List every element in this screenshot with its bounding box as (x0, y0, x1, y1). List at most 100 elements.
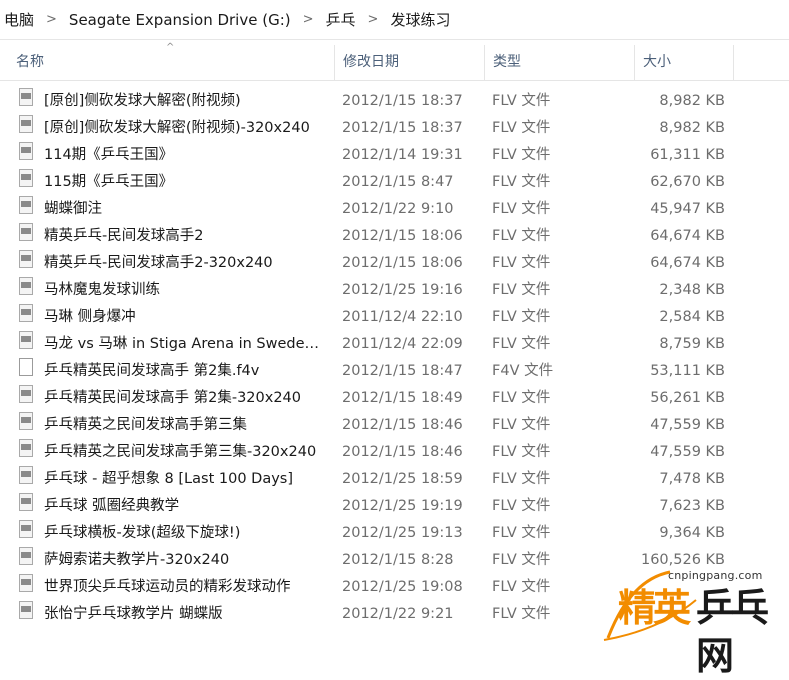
file-name: 乒乓球 - 超乎想象 8 [Last 100 Days] (44, 471, 293, 487)
breadcrumb-folder-pingpong[interactable]: 乒乓 (322, 9, 360, 30)
column-header-name[interactable]: 名称 (8, 45, 334, 80)
file-row[interactable]: 114期《乒乓王国》 2012/1/14 19:31 FLV 文件 61,311 KB (0, 142, 789, 169)
file-date-modified: 2012/1/15 18:49 (342, 390, 463, 406)
file-size: 8,759 KB (659, 336, 725, 352)
file-name: 乒乓精英之民间发球高手第三集 (44, 417, 247, 433)
file-row[interactable]: 乒乓精英民间发球高手 第2集-320x240 2012/1/15 18:49 FLV… (0, 385, 789, 412)
file-name: 蝴蝶御注 (44, 201, 102, 217)
file-type: FLV 文件 (492, 336, 551, 352)
file-type: FLV 文件 (492, 201, 551, 217)
file-type: FLV 文件 (492, 120, 551, 136)
file-name: 精英乒乓-民间发球高手2 (44, 228, 204, 244)
file-row[interactable]: 乒乓精英民间发球高手 第2集.f4v 2012/1/15 18:47 F4V 文件 5… (0, 358, 789, 385)
file-date-modified: 2012/1/15 18:46 (342, 444, 463, 460)
file-date-modified: 2012/1/22 9:21 (342, 606, 454, 622)
file-size: 8,982 KB (659, 93, 725, 109)
breadcrumb-drive[interactable]: Seagate Expansion Drive (G:) (65, 11, 295, 29)
file-type: FLV 文件 (492, 228, 551, 244)
file-date-modified: 2012/1/15 18:47 (342, 363, 463, 379)
file-date-modified: 2012/1/25 19:08 (342, 579, 463, 595)
file-row[interactable]: 马龙 vs 马琳 in Stiga Arena in Sweden... 2011… (0, 331, 789, 358)
file-row[interactable]: 精英乒乓-民间发球高手2 2012/1/15 18:06 FLV 文件 64,674 … (0, 223, 789, 250)
file-date-modified: 2012/1/15 18:06 (342, 255, 463, 271)
file-date-modified: 2012/1/25 19:19 (342, 498, 463, 514)
file-row[interactable]: 蝴蝶御注 2012/1/22 9:10 FLV 文件 45,947 KB (0, 196, 789, 223)
flv-file-icon (19, 169, 33, 187)
flv-file-icon (19, 277, 33, 295)
file-size: 62,670 KB (650, 174, 725, 190)
flv-file-icon (19, 412, 33, 430)
flv-file-icon (19, 520, 33, 538)
file-name: 世界顶尖乒乓球运动员的精彩发球动作 (44, 579, 291, 595)
flv-file-icon (19, 304, 33, 322)
file-date-modified: 2011/12/4 22:09 (342, 336, 463, 352)
file-row[interactable]: 乒乓球横板-发球(超级下旋球!) 2012/1/25 19:13 FLV 文件 9,3… (0, 520, 789, 547)
file-type: FLV 文件 (492, 93, 551, 109)
chevron-right-icon[interactable]: > (38, 12, 65, 27)
address-bar[interactable]: 电脑 > Seagate Expansion Drive (G:) > 乒乓 >… (0, 0, 789, 40)
file-name: 乒乓球 弧圈经典教学 (44, 498, 180, 514)
blank-file-icon (19, 358, 33, 376)
file-date-modified: 2012/1/15 18:46 (342, 417, 463, 433)
breadcrumb-computer[interactable]: 电脑 (0, 9, 38, 30)
file-row[interactable]: 乒乓球 - 超乎想象 8 [Last 100 Days] 2012/1/25 18… (0, 466, 789, 493)
file-date-modified: 2012/1/15 18:37 (342, 120, 463, 136)
file-type: FLV 文件 (492, 498, 551, 514)
flv-file-icon (19, 385, 33, 403)
file-type: FLV 文件 (492, 174, 551, 190)
file-size: 56,261 KB (650, 390, 725, 406)
breadcrumb-folder-serve-practice[interactable]: 发球练习 (386, 9, 454, 30)
file-row[interactable]: 乒乓精英之民间发球高手第三集 2012/1/15 18:46 FLV 文件 47,55… (0, 412, 789, 439)
file-row[interactable]: 乒乓精英之民间发球高手第三集-320x240 2012/1/15 18:46 FLV… (0, 439, 789, 466)
file-type: FLV 文件 (492, 444, 551, 460)
file-size: 47,559 KB (650, 444, 725, 460)
chevron-right-icon[interactable]: > (360, 12, 387, 27)
file-date-modified: 2012/1/25 18:59 (342, 471, 463, 487)
file-size: 64,674 KB (650, 228, 725, 244)
file-date-modified: 2012/1/25 19:16 (342, 282, 463, 298)
column-header-type[interactable]: 类型 (484, 45, 634, 80)
file-size: 2,348 KB (659, 282, 725, 298)
file-size: 53,111 KB (650, 363, 725, 379)
file-name: [原创]侧砍发球大解密(附视频) (44, 93, 241, 109)
chevron-right-icon[interactable]: > (295, 12, 322, 27)
flv-file-icon (19, 142, 33, 160)
file-name: 马龙 vs 马琳 in Stiga Arena in Sweden... (44, 336, 326, 352)
file-date-modified: 2012/1/14 19:31 (342, 147, 463, 163)
file-row[interactable]: [原创]侧砍发球大解密(附视频)-320x240 2012/1/15 18:37 F… (0, 115, 789, 142)
file-name: 萨姆索诺夫教学片-320x240 (44, 552, 230, 568)
flv-file-icon (19, 250, 33, 268)
file-name: [原创]侧砍发球大解密(附视频)-320x240 (44, 120, 310, 136)
flv-file-icon (19, 196, 33, 214)
file-date-modified: 2012/1/15 18:37 (342, 93, 463, 109)
file-size: 64,674 KB (650, 255, 725, 271)
flv-file-icon (19, 439, 33, 457)
file-date-modified: 2011/12/4 22:10 (342, 309, 463, 325)
file-row[interactable]: 马琳 侧身爆冲 2011/12/4 22:10 FLV 文件 2,584 KB (0, 304, 789, 331)
file-row[interactable]: 马林魔鬼发球训练 2012/1/25 19:16 FLV 文件 2,348 KB (0, 277, 789, 304)
file-name: 乒乓精英民间发球高手 第2集-320x240 (44, 390, 301, 406)
file-row[interactable]: 115期《乒乓王国》 2012/1/15 8:47 FLV 文件 62,670 KB (0, 169, 789, 196)
file-type: FLV 文件 (492, 282, 551, 298)
flv-file-icon (19, 88, 33, 106)
column-header-size[interactable]: 大小 (634, 45, 734, 80)
flv-file-icon (19, 223, 33, 241)
file-name: 张怡宁乒乓球教学片 蝴蝶版 (44, 606, 223, 622)
column-header-date[interactable]: 修改日期 (334, 45, 484, 80)
file-size: 7,623 KB (659, 498, 725, 514)
file-row[interactable]: 精英乒乓-民间发球高手2-320x240 2012/1/15 18:06 FLV 文… (0, 250, 789, 277)
file-date-modified: 2012/1/22 9:10 (342, 201, 454, 217)
file-size: 45,947 KB (650, 201, 725, 217)
file-type: FLV 文件 (492, 417, 551, 433)
file-name: 马琳 侧身爆冲 (44, 309, 136, 325)
flv-file-icon (19, 466, 33, 484)
file-type: FLV 文件 (492, 579, 551, 595)
file-type: FLV 文件 (492, 552, 551, 568)
file-size: 47,559 KB (650, 417, 725, 433)
file-row[interactable]: [原创]侧砍发球大解密(附视频) 2012/1/15 18:37 FLV 文件 8,9… (0, 88, 789, 115)
watermark-text-accent: 精英 (618, 586, 691, 630)
watermark-text-dark: 乒乓网 (696, 586, 769, 678)
file-type: F4V 文件 (492, 363, 554, 379)
file-row[interactable]: 乒乓球 弧圈经典教学 2012/1/25 19:19 FLV 文件 7,623 KB (0, 493, 789, 520)
file-size: 8,982 KB (659, 120, 725, 136)
